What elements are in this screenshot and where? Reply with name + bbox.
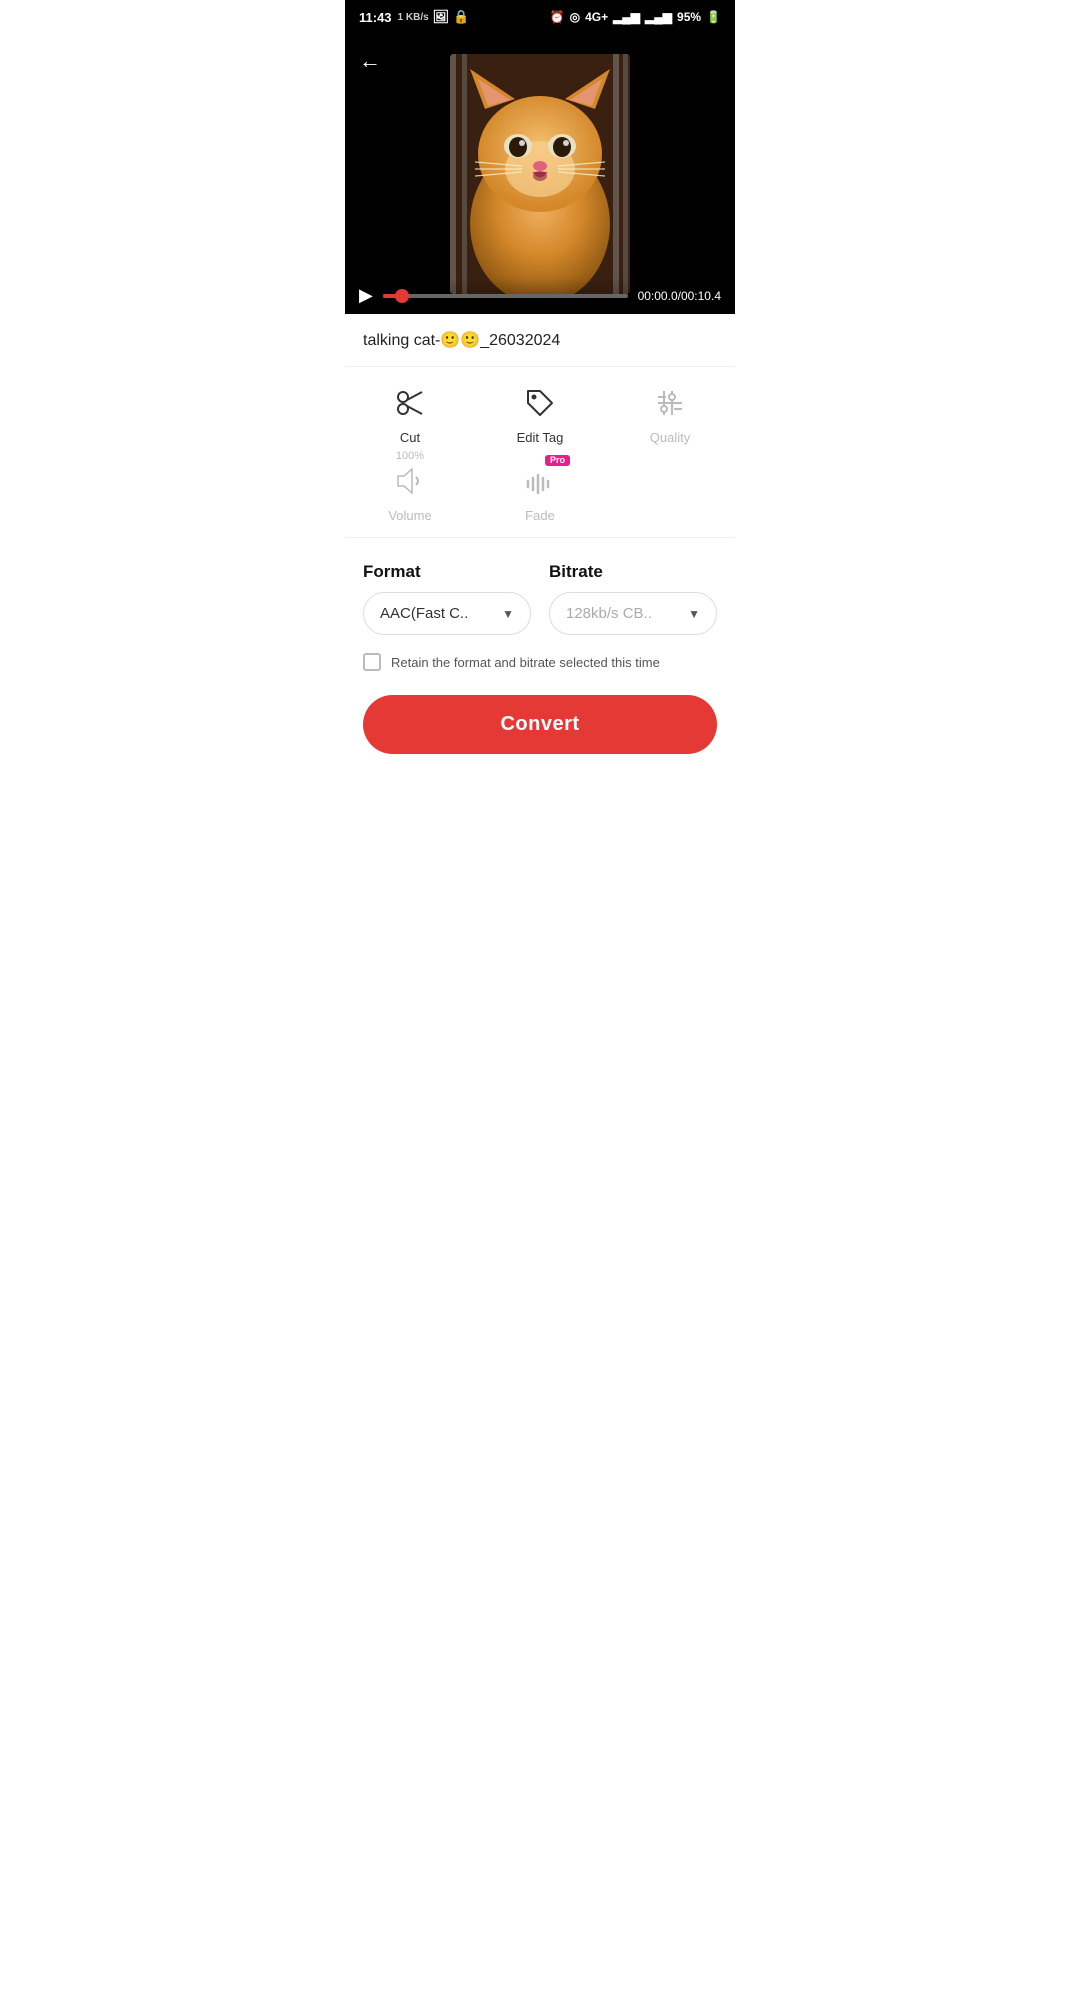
retain-label: Retain the format and bitrate selected t…: [391, 655, 660, 670]
quality-label: Quality: [650, 430, 690, 445]
gallery-icon: 🖼: [433, 9, 450, 25]
wifi-icon: ◎: [570, 10, 580, 24]
bitrate-dropdown-arrow: ▼: [688, 607, 700, 621]
quality-action[interactable]: Quality: [625, 387, 715, 445]
fade-action[interactable]: Pro Fade: [495, 465, 585, 523]
signal-bars2: ▂▄▆: [645, 10, 672, 24]
signal-type: 4G+: [585, 10, 608, 24]
network-speed: 1 KB/s: [398, 12, 429, 23]
fade-icon: Pro: [524, 465, 556, 502]
edit-tag-label: Edit Tag: [517, 430, 564, 445]
volume-percent: 100%: [396, 451, 424, 462]
bottom-spacer: [345, 770, 735, 850]
actions-section: Cut Edit Tag: [345, 367, 735, 538]
bitrate-dropdown[interactable]: 128kb/s CB.. ▼: [549, 592, 717, 635]
convert-button[interactable]: Convert: [363, 695, 717, 754]
fade-label: Fade: [525, 508, 555, 523]
back-button[interactable]: ←: [359, 48, 381, 74]
cut-action[interactable]: Cut: [365, 387, 455, 445]
filename-display: talking cat-🙂🙂_26032024: [345, 314, 735, 367]
format-label: Format: [363, 562, 531, 582]
volume-action[interactable]: 100% Volume: [365, 465, 455, 523]
actions-row-bottom: 100% Volume Pro Fade: [345, 455, 735, 533]
edit-tag-action[interactable]: Edit Tag: [495, 387, 585, 445]
time-display: 11:43: [359, 10, 392, 25]
progress-bar[interactable]: [383, 294, 628, 298]
bitrate-label: Bitrate: [549, 562, 717, 582]
video-player: ←: [345, 34, 735, 314]
settings-section: Format AAC(Fast C.. ▼ Bitrate 128kb/s CB…: [345, 538, 735, 770]
status-left: 11:43 1 KB/s 🖼 🔒: [359, 9, 469, 25]
format-value: AAC(Fast C..: [380, 605, 468, 622]
signal-bars: ▂▄▆: [613, 10, 640, 24]
battery-percent: 95%: [677, 10, 701, 24]
play-button[interactable]: ▶: [359, 285, 373, 306]
volume-label: Volume: [388, 508, 431, 523]
format-dropdown-arrow: ▼: [502, 607, 514, 621]
bitrate-column: Bitrate 128kb/s CB.. ▼: [549, 562, 717, 635]
scissors-icon: [394, 387, 426, 424]
video-controls: ▶ 00:00.0/00:10.4: [345, 277, 735, 314]
format-bitrate-row: Format AAC(Fast C.. ▼ Bitrate 128kb/s CB…: [363, 562, 717, 635]
filename-text: talking cat-🙂🙂_26032024: [363, 332, 560, 349]
battery-icon: 🔋: [706, 10, 721, 24]
format-column: Format AAC(Fast C.. ▼: [363, 562, 531, 635]
pro-badge: Pro: [545, 455, 570, 466]
status-right: ⏰ ◎ 4G+ ▂▄▆ ▂▄▆ 95% 🔋: [550, 10, 721, 24]
actions-row-top: Cut Edit Tag: [345, 377, 735, 455]
cut-label: Cut: [400, 430, 420, 445]
status-bar: 11:43 1 KB/s 🖼 🔒 ⏰ ◎ 4G+ ▂▄▆ ▂▄▆ 95% 🔋: [345, 0, 735, 34]
retain-checkbox-row[interactable]: Retain the format and bitrate selected t…: [363, 653, 717, 671]
format-dropdown[interactable]: AAC(Fast C.. ▼: [363, 592, 531, 635]
quality-icon: [654, 387, 686, 424]
video-thumbnail: [450, 54, 630, 294]
alarm-icon: ⏰: [550, 10, 565, 24]
progress-dot: [395, 289, 409, 303]
tag-icon: [524, 387, 556, 424]
volume-icon: 100%: [394, 465, 426, 502]
retain-checkbox[interactable]: [363, 653, 381, 671]
time-display: 00:00.0/00:10.4: [638, 289, 721, 303]
cat-image: [450, 54, 630, 294]
bitrate-value: 128kb/s CB..: [566, 605, 652, 622]
lock-icon: 🔒: [453, 9, 469, 25]
convert-label: Convert: [500, 713, 579, 735]
